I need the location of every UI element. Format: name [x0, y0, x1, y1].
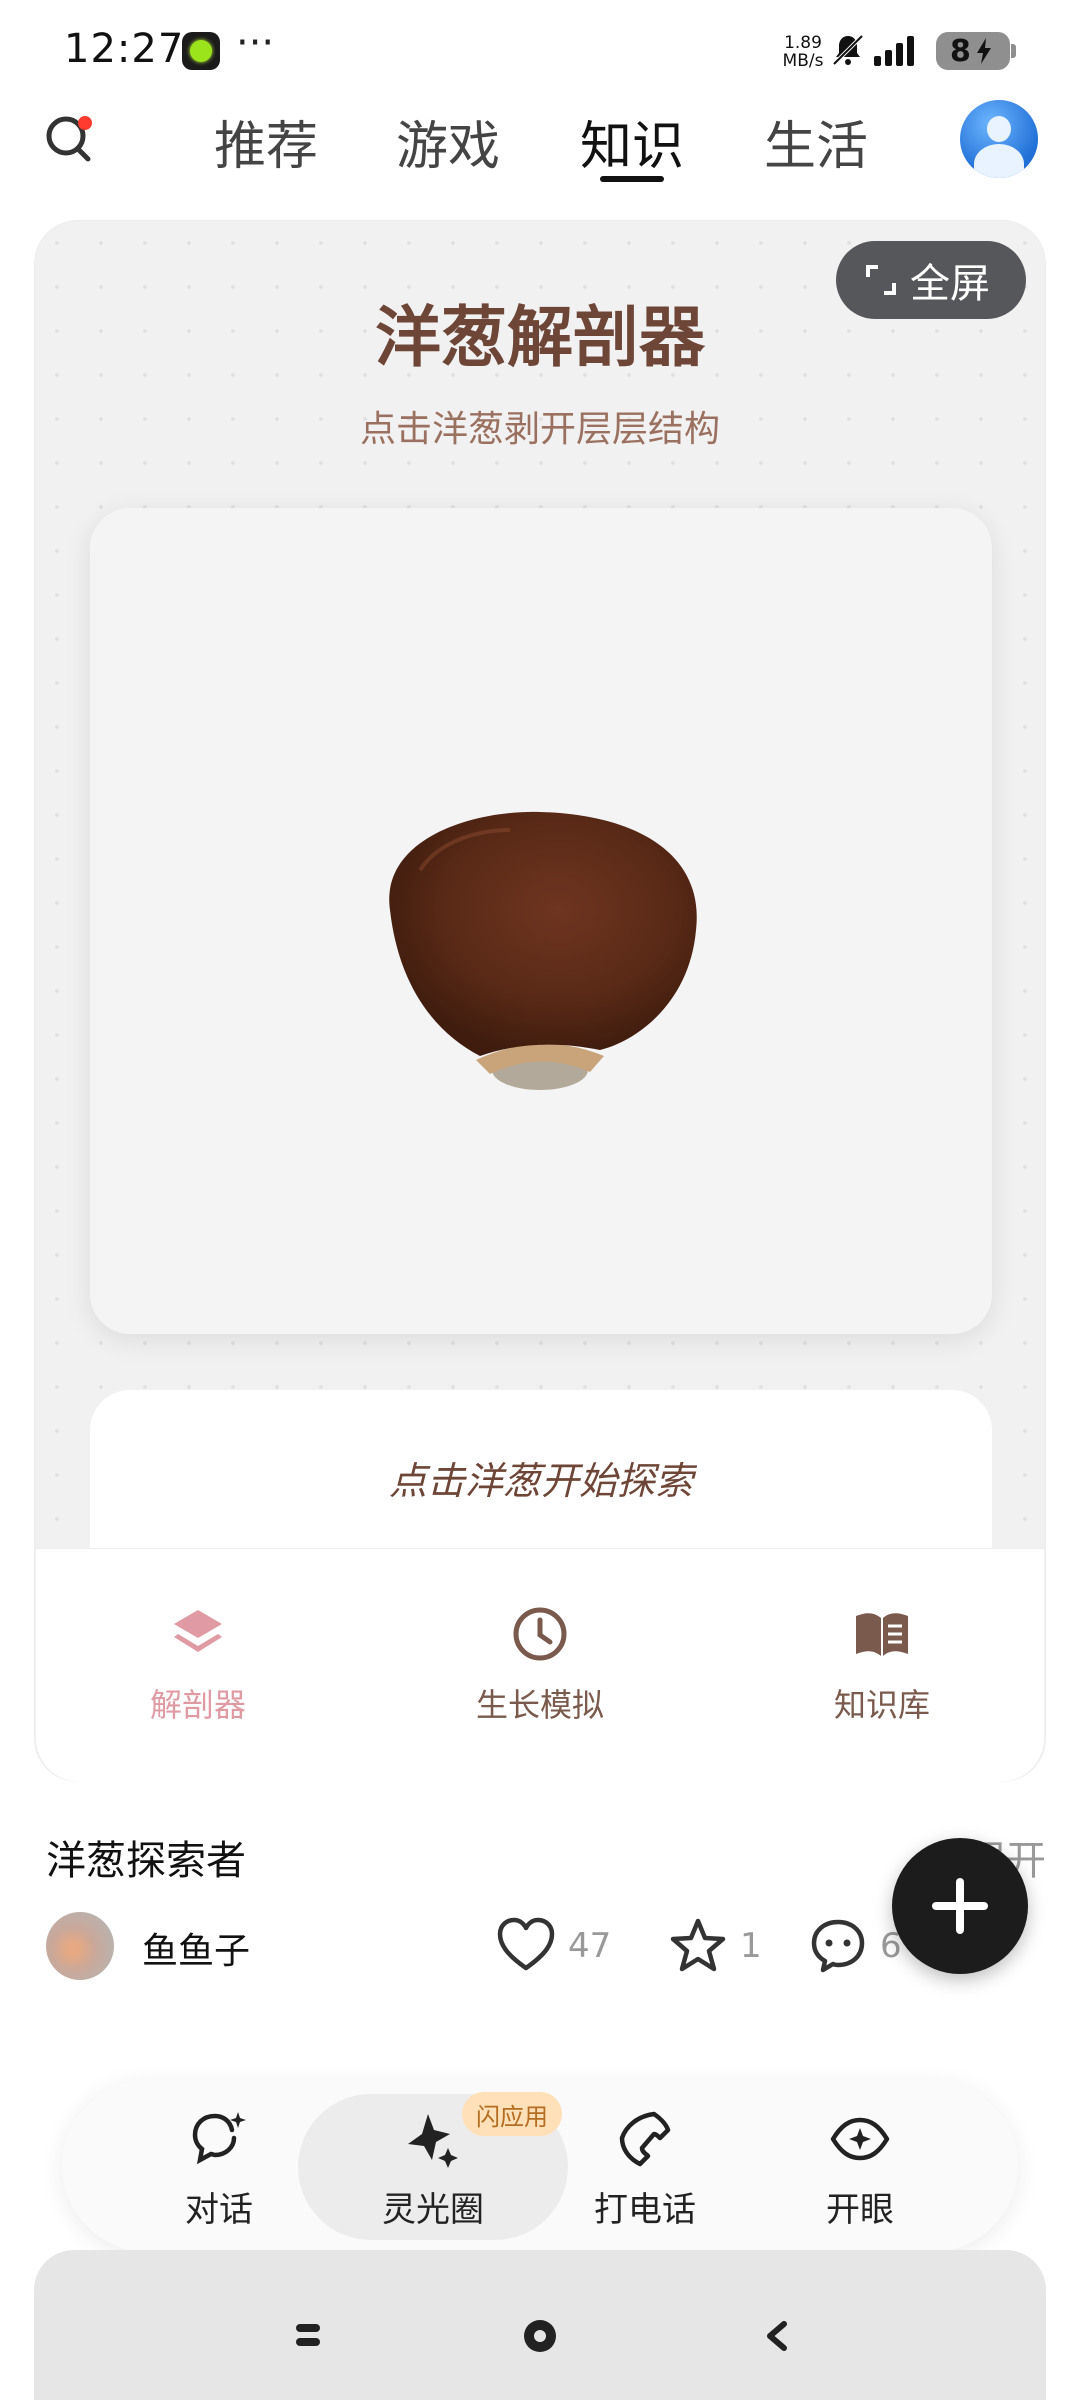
- app-subtitle: 点击洋葱剥开层层结构: [359, 409, 720, 450]
- user-avatar[interactable]: [960, 100, 1038, 178]
- notification-dot: [78, 116, 92, 130]
- comment-button[interactable]: 6: [808, 1916, 902, 1976]
- nav-growth-label: 生长模拟: [475, 1686, 604, 1724]
- charging-icon: [976, 38, 991, 64]
- layers-icon: [174, 1610, 222, 1652]
- heart-icon: [497, 1917, 555, 1971]
- search-icon: [46, 116, 91, 162]
- dock-call-label: 打电话: [594, 2190, 696, 2230]
- book-icon: [856, 1613, 908, 1656]
- favorite-count: 1: [740, 1926, 762, 1966]
- nav-dissector[interactable]: 解剖器: [98, 1604, 298, 1726]
- signal-icon: [874, 36, 914, 66]
- post-title: 洋葱探索者: [46, 1838, 246, 1884]
- dock-chat[interactable]: 对话: [139, 2108, 299, 2231]
- like-button[interactable]: 47: [496, 1916, 611, 1976]
- tab-recommend[interactable]: 推荐: [214, 104, 318, 179]
- tab-knowledge[interactable]: 知识: [580, 104, 684, 179]
- tab-games[interactable]: 游戏: [396, 104, 500, 179]
- app-title: 洋葱解剖器: [375, 299, 705, 376]
- nav-library-label: 知识库: [833, 1686, 930, 1724]
- status-time: 12:27: [64, 26, 185, 72]
- comment-icon: [811, 1919, 865, 1973]
- author-avatar[interactable]: [46, 1912, 114, 1980]
- active-tab-indicator: [600, 176, 664, 182]
- dock-eye-label: 开眼: [826, 2190, 894, 2230]
- flash-app-badge: 闪应用: [462, 2092, 562, 2136]
- network-speed: 1.89 MB/s: [778, 34, 828, 70]
- recent-apps-icon[interactable]: [294, 2322, 322, 2348]
- eye-sparkle-icon: [830, 2117, 890, 2161]
- dock-chat-label: 对话: [185, 2190, 253, 2230]
- dock-lingguang-label: 灵光圈: [382, 2190, 484, 2230]
- tab-life[interactable]: 生活: [764, 104, 868, 179]
- chat-sparkle-icon: [192, 2112, 246, 2165]
- network-speed-unit: MB/s: [782, 51, 824, 71]
- onion-model[interactable]: [360, 780, 720, 1120]
- author-name[interactable]: 鱼鱼子: [142, 1922, 250, 1974]
- battery-indicator: 8: [936, 32, 1016, 70]
- search-button[interactable]: [40, 108, 100, 168]
- start-hint: 点击洋葱开始探索: [388, 1459, 693, 1503]
- nav-growth-sim[interactable]: 生长模拟: [440, 1604, 640, 1726]
- star-icon: [670, 1918, 726, 1972]
- app-indicator-icon: [182, 32, 220, 70]
- sparkle-star-icon: [408, 2114, 458, 2168]
- phone-icon: [619, 2111, 671, 2167]
- nav-dissector-label: 解剖器: [149, 1686, 246, 1724]
- status-more-icon: ···: [236, 20, 275, 66]
- back-icon[interactable]: [764, 2320, 788, 2352]
- add-button[interactable]: [892, 1838, 1028, 1974]
- mute-bell-icon: [832, 34, 864, 66]
- dock-call[interactable]: 打电话: [565, 2108, 725, 2231]
- like-count: 47: [568, 1926, 612, 1966]
- dock-eye[interactable]: 开眼: [780, 2108, 940, 2231]
- favorite-button[interactable]: 1: [668, 1916, 762, 1976]
- nav-knowledge-base[interactable]: 知识库: [782, 1604, 982, 1726]
- clock-icon: [513, 1607, 567, 1661]
- battery-level: 8: [950, 33, 971, 69]
- home-icon[interactable]: [524, 2320, 556, 2352]
- network-speed-value: 1.89: [784, 33, 822, 53]
